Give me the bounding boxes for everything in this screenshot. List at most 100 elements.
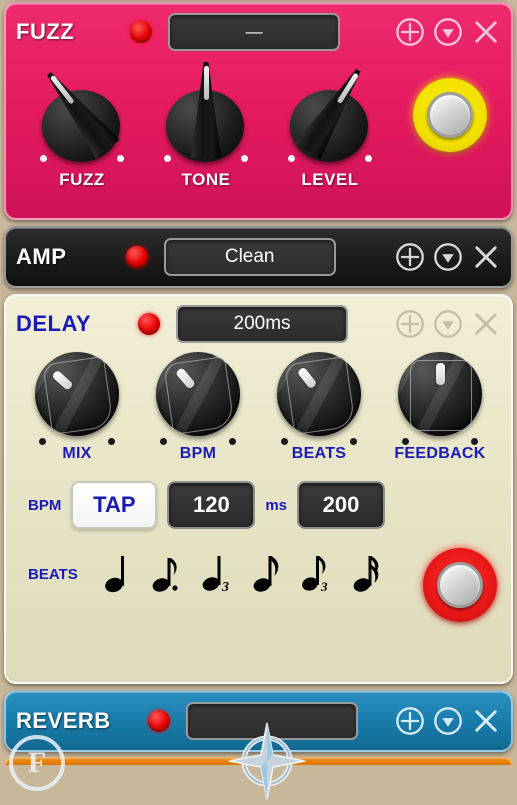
power-led[interactable] — [138, 313, 161, 335]
knob-tone[interactable]: TONE — [144, 60, 268, 190]
svg-text:3: 3 — [320, 579, 328, 594]
knob-label: MIX — [62, 445, 92, 462]
footswitch-cap — [437, 562, 483, 608]
knob-label: BPM — [179, 445, 217, 462]
bpm-value-field[interactable]: 120 — [167, 481, 256, 529]
knob-pointer — [404, 358, 476, 430]
knob-min-dot — [160, 438, 167, 445]
pedal-delay[interactable]: DELAY 200ms MIX BPM BEATS FEEDBACK BPM T… — [4, 294, 513, 684]
knob-label: FEEDBACK — [394, 445, 486, 462]
quarter-note-icon[interactable] — [100, 551, 138, 597]
knob-graphic[interactable] — [277, 352, 361, 445]
sixteenth-note-icon[interactable] — [350, 551, 388, 597]
knob-graphic[interactable] — [282, 64, 378, 168]
pedal-fuzz[interactable]: FUZZ — FUZZ TONE LEVEL — [4, 2, 513, 220]
pedal-amp[interactable]: AMP Clean — [4, 226, 513, 288]
fuzz-footswitch[interactable] — [413, 78, 487, 152]
knob-max-dot — [117, 155, 124, 162]
knob-min-dot — [39, 438, 46, 445]
knob-graphic[interactable] — [34, 64, 130, 168]
knob-mix[interactable]: MIX — [22, 352, 132, 463]
knob-graphic[interactable] — [158, 62, 254, 168]
knob-pointer — [26, 343, 128, 445]
eighth-note-icon[interactable] — [250, 551, 288, 597]
pedal-title: FUZZ — [16, 19, 75, 44]
knob-label: FUZZ — [59, 170, 105, 189]
preset-display[interactable]: Clean — [163, 238, 336, 276]
svg-text:3: 3 — [221, 580, 229, 595]
knob-max-dot — [108, 438, 115, 445]
bpm-label: BPM — [28, 496, 62, 514]
knob-max-dot — [471, 438, 478, 445]
ms-label: ms — [265, 496, 288, 514]
knob-min-dot — [40, 155, 47, 162]
knob-fuzz[interactable]: FUZZ — [20, 60, 144, 190]
quarter-triplet-note-icon[interactable]: 3 — [200, 551, 238, 597]
close-icon[interactable] — [471, 706, 501, 736]
knob-pointer — [268, 343, 369, 444]
add-icon[interactable] — [395, 309, 425, 339]
dotted-quarter-note-icon[interactable] — [150, 551, 188, 597]
add-icon[interactable] — [395, 706, 425, 736]
pedal-header: DELAY 200ms — [6, 296, 511, 352]
header-buttons — [395, 309, 501, 339]
header-buttons — [395, 706, 501, 736]
beats-note-buttons: 3 3 — [100, 551, 388, 597]
delay-controls: MIX BPM BEATS FEEDBACK BPM TAP 120 ms 20… — [6, 352, 511, 682]
knob-feedback[interactable]: FEEDBACK — [385, 352, 495, 463]
delay-footswitch[interactable] — [423, 548, 497, 622]
knob-graphic[interactable] — [35, 352, 119, 445]
knob-bpm[interactable]: BPM — [143, 352, 253, 463]
preset-display[interactable]: — — [167, 13, 340, 51]
knob-min-dot — [164, 155, 171, 162]
knob-min-dot — [402, 438, 409, 445]
ms-value-field[interactable]: 200 — [297, 481, 386, 529]
delay-knob-row: MIX BPM BEATS FEEDBACK — [16, 352, 501, 463]
knob-graphic[interactable] — [398, 352, 482, 445]
preset-display[interactable] — [185, 702, 358, 740]
power-led[interactable] — [125, 246, 148, 268]
preset-display[interactable]: 200ms — [176, 305, 349, 343]
pedal-header: REVERB — [6, 692, 511, 750]
delay-footswitch-wrap — [423, 548, 497, 622]
knob-beats[interactable]: BEATS — [264, 352, 374, 463]
pedal-bottom-partial[interactable] — [4, 757, 513, 765]
beats-label: BEATS — [28, 565, 78, 583]
close-icon[interactable] — [471, 242, 501, 272]
eighth-triplet-note-icon[interactable]: 3 — [300, 551, 338, 597]
chevron-down-icon[interactable] — [433, 706, 463, 736]
knob-graphic[interactable] — [156, 352, 240, 445]
knob-max-dot — [229, 438, 236, 445]
pedalboard-stack: FUZZ — FUZZ TONE LEVEL AMP Clean DELAY 2… — [0, 0, 517, 800]
knob-max-dot — [350, 438, 357, 445]
knob-label: TONE — [181, 170, 231, 189]
power-led[interactable] — [147, 710, 170, 732]
tap-button[interactable]: TAP — [71, 481, 158, 529]
knob-min-dot — [281, 438, 288, 445]
header-buttons — [395, 17, 501, 47]
knob-label: LEVEL — [301, 170, 359, 189]
knob-level[interactable]: LEVEL — [268, 60, 392, 190]
pedal-title: DELAY — [16, 311, 92, 336]
footswitch-cap — [427, 92, 473, 138]
pedal-title: REVERB — [16, 708, 111, 733]
pedal-header: AMP Clean — [6, 228, 511, 286]
add-icon[interactable] — [395, 17, 425, 47]
bpm-row: BPM TAP 120 ms 200 — [16, 481, 501, 529]
close-icon[interactable] — [471, 309, 501, 339]
fuzz-controls: FUZZ TONE LEVEL — [6, 60, 511, 218]
knob-min-dot — [288, 155, 295, 162]
pedal-header: FUZZ — — [6, 4, 511, 60]
knob-max-dot — [365, 155, 372, 162]
fuzz-knob-row: FUZZ TONE LEVEL — [20, 60, 497, 218]
header-buttons — [395, 242, 501, 272]
pedal-reverb[interactable]: REVERB — [4, 690, 513, 752]
add-icon[interactable] — [395, 242, 425, 272]
close-icon[interactable] — [471, 17, 501, 47]
chevron-down-icon[interactable] — [433, 309, 463, 339]
knob-label: BEATS — [291, 445, 347, 462]
power-led[interactable] — [129, 21, 152, 43]
chevron-down-icon[interactable] — [433, 242, 463, 272]
knob-max-dot — [241, 155, 248, 162]
chevron-down-icon[interactable] — [433, 17, 463, 47]
